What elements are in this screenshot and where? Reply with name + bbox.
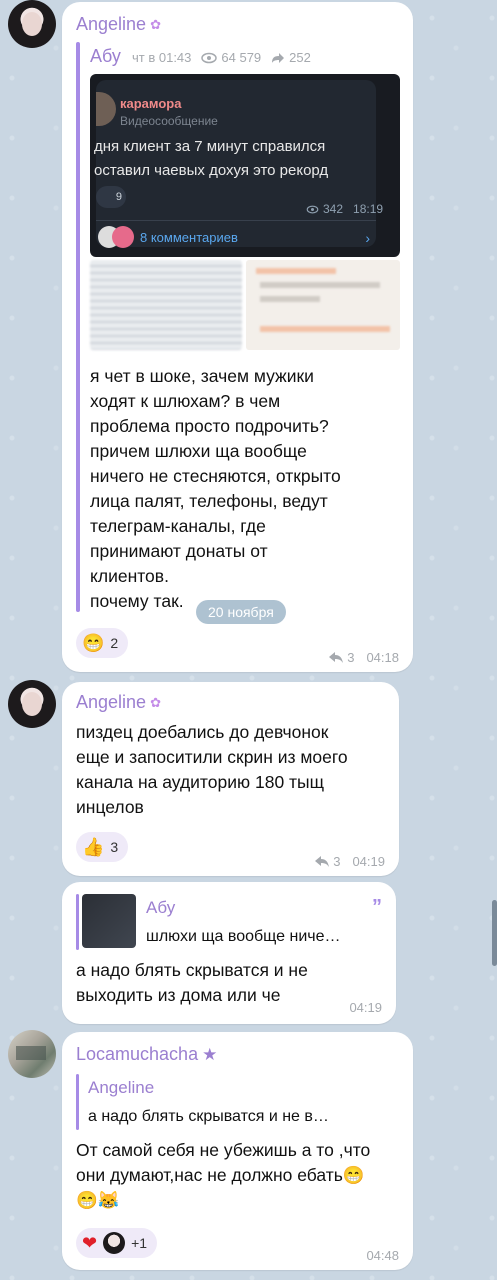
screenshot-comments: 8 комментариев (140, 230, 238, 245)
text-line: ничего не стесняются, открыто (90, 466, 341, 486)
forwarded-screenshot[interactable]: карамора Видеосообщение дня клиент за 7 … (90, 74, 400, 257)
reply-quote-text[interactable]: шлюхи ща вообще ниче… (146, 928, 341, 946)
share-arrow-icon (271, 52, 285, 64)
views-icon (201, 52, 218, 64)
reaction-extra-count: +1 (131, 1235, 148, 1251)
text-line: я чет в шоке, зачем мужики (90, 366, 314, 386)
sender-name-text: Locamuchacha (76, 1044, 199, 1064)
message-text: я чет в шоке, зачем мужики ходят к шлюха… (90, 364, 341, 614)
sender-emoji-status-icon: ✿ (150, 17, 161, 33)
reply-quote-name[interactable]: Angeline (88, 1078, 154, 1098)
reaction-thumbs-up[interactable]: 👍 3 (76, 832, 129, 862)
reply-quote-bar (76, 894, 79, 950)
reply-quote-name[interactable]: Абу (146, 898, 175, 918)
forward-bar (76, 42, 80, 612)
reactor-avatar (103, 1232, 126, 1254)
screenshot-views: 342 (323, 202, 344, 216)
screenshot-chevron-icon: › (365, 230, 370, 246)
text-line: еще и запоситили скрин из моего (76, 747, 348, 767)
text-line: инцелов (76, 797, 144, 817)
text-line: клиентов. (90, 566, 169, 586)
text-line: выходить из дома или че (76, 985, 281, 1005)
screenshot-comment-avatars (98, 226, 134, 248)
text-line: ходят к шлюхам? в чем (90, 391, 281, 411)
text-line: проблема просто подрочить? (90, 416, 329, 436)
text-line: пиздец доебались до девчонок (76, 722, 329, 742)
screenshot-time: 18:19 (353, 202, 384, 216)
sender-name-text: Angeline (76, 14, 147, 34)
message-bubble[interactable]: Angeline ✿ Абу чт в 01:43 64 579 252 кара… (62, 2, 413, 672)
message-time: 04:48 (366, 1248, 399, 1263)
reply-count: 3 (347, 650, 355, 665)
screenshot-divider (96, 220, 376, 221)
quote-icon: ” (372, 896, 382, 918)
text-line: телеграм-каналы, где (90, 516, 266, 536)
screenshot-channel-name: карамора (120, 96, 182, 111)
avatar[interactable] (8, 680, 56, 728)
screenshot-reaction-count: 9 (115, 191, 122, 203)
reply-count: 3 (333, 854, 341, 869)
reaction-heart[interactable]: ❤ +1 (76, 1228, 158, 1258)
screenshot-line-1: дня клиент за 7 минут справился (94, 138, 326, 155)
sender-name[interactable]: Angeline ✿ (76, 14, 161, 35)
forward-meta: чт в 01:43 64 579 252 (132, 50, 311, 65)
sender-name[interactable]: Angeline ✿ (76, 692, 161, 713)
text-line: От самой себя не убежишь а то ,что (76, 1140, 371, 1160)
heart-emoji-icon: ❤ (82, 1232, 98, 1253)
date-pill: 20 ноября (196, 600, 286, 624)
message-bubble[interactable]: Locamuchacha ★ Angeline а надо блять скры… (62, 1032, 413, 1270)
reaction-count: 3 (110, 839, 119, 855)
thumbs-up-emoji-icon: 👍 (82, 836, 105, 857)
message-meta: 3 04:18 (329, 650, 399, 665)
screenshot-meta: 342 18:19 (306, 202, 383, 216)
message-text: пиздец доебались до девчонок еще и запос… (76, 720, 348, 820)
message-meta: 04:19 (349, 1000, 382, 1015)
text-line: канала на аудиторию 180 тыщ (76, 772, 325, 792)
text-line: причем шлюхи ща вообще (90, 441, 307, 461)
text-line: принимают донаты от (90, 541, 268, 561)
sender-name-text: Angeline (76, 692, 147, 712)
shares-count: 252 (289, 50, 311, 65)
avatar[interactable] (8, 0, 56, 48)
screenshot-subtitle: Видеосообщение (120, 114, 218, 128)
grin-emoji-icon: 😁 (82, 632, 105, 653)
screenshot-avatar (96, 92, 116, 126)
text-line: лица палят, телефоны, ведут (90, 491, 328, 511)
reply-arrow-icon (329, 652, 344, 663)
reply-thumbnail (82, 894, 136, 948)
avatar[interactable] (8, 1030, 56, 1078)
message-text: а надо блять скрыватся и не выходить из … (76, 958, 308, 1008)
message-time: 04:19 (352, 854, 385, 869)
message-text: От самой себя не убежишь а то ,что они д… (76, 1138, 370, 1213)
sender-name[interactable]: Locamuchacha ★ (76, 1044, 217, 1065)
reaction-count: 2 (110, 635, 119, 651)
message-meta: 04:48 (366, 1248, 399, 1263)
star-icon: ★ (202, 1045, 218, 1064)
reply-arrow-icon (315, 856, 330, 867)
message-time: 04:18 (366, 650, 399, 665)
reply-quote-text[interactable]: а надо блять скрыватся и не в… (88, 1108, 329, 1126)
scrollbar[interactable] (492, 900, 497, 966)
screenshot-views-icon (306, 205, 319, 214)
message-bubble[interactable]: Абу ” шлюхи ща вообще ниче… а надо блять… (62, 882, 396, 1024)
reaction-grin[interactable]: 😁 2 (76, 628, 129, 658)
text-line: 😁😹 (76, 1190, 120, 1210)
text-line: а надо блять скрыватся и не (76, 960, 308, 980)
screenshot-line-2: оставил чаевых дохуя это рекорд (94, 162, 329, 179)
message-time: 04:19 (349, 1000, 382, 1015)
message-bubble[interactable]: Angeline ✿ пиздец доебались до девчонок е… (62, 682, 399, 876)
blurred-image-1[interactable] (90, 260, 242, 350)
blurred-image-2[interactable] (246, 260, 400, 350)
forward-source-name[interactable]: Абу (90, 46, 121, 67)
text-line: они думают,нас не должно ебать😁 (76, 1165, 365, 1185)
views-count: 64 579 (221, 50, 262, 65)
screenshot-reaction: 9 (96, 186, 126, 208)
sender-emoji-status-icon: ✿ (150, 695, 161, 711)
forward-date: чт в 01:43 (132, 50, 192, 65)
reply-quote-bar (76, 1074, 79, 1130)
screenshot-bubble: карамора Видеосообщение дня клиент за 7 … (94, 80, 383, 248)
message-meta: 3 04:19 (315, 854, 385, 869)
